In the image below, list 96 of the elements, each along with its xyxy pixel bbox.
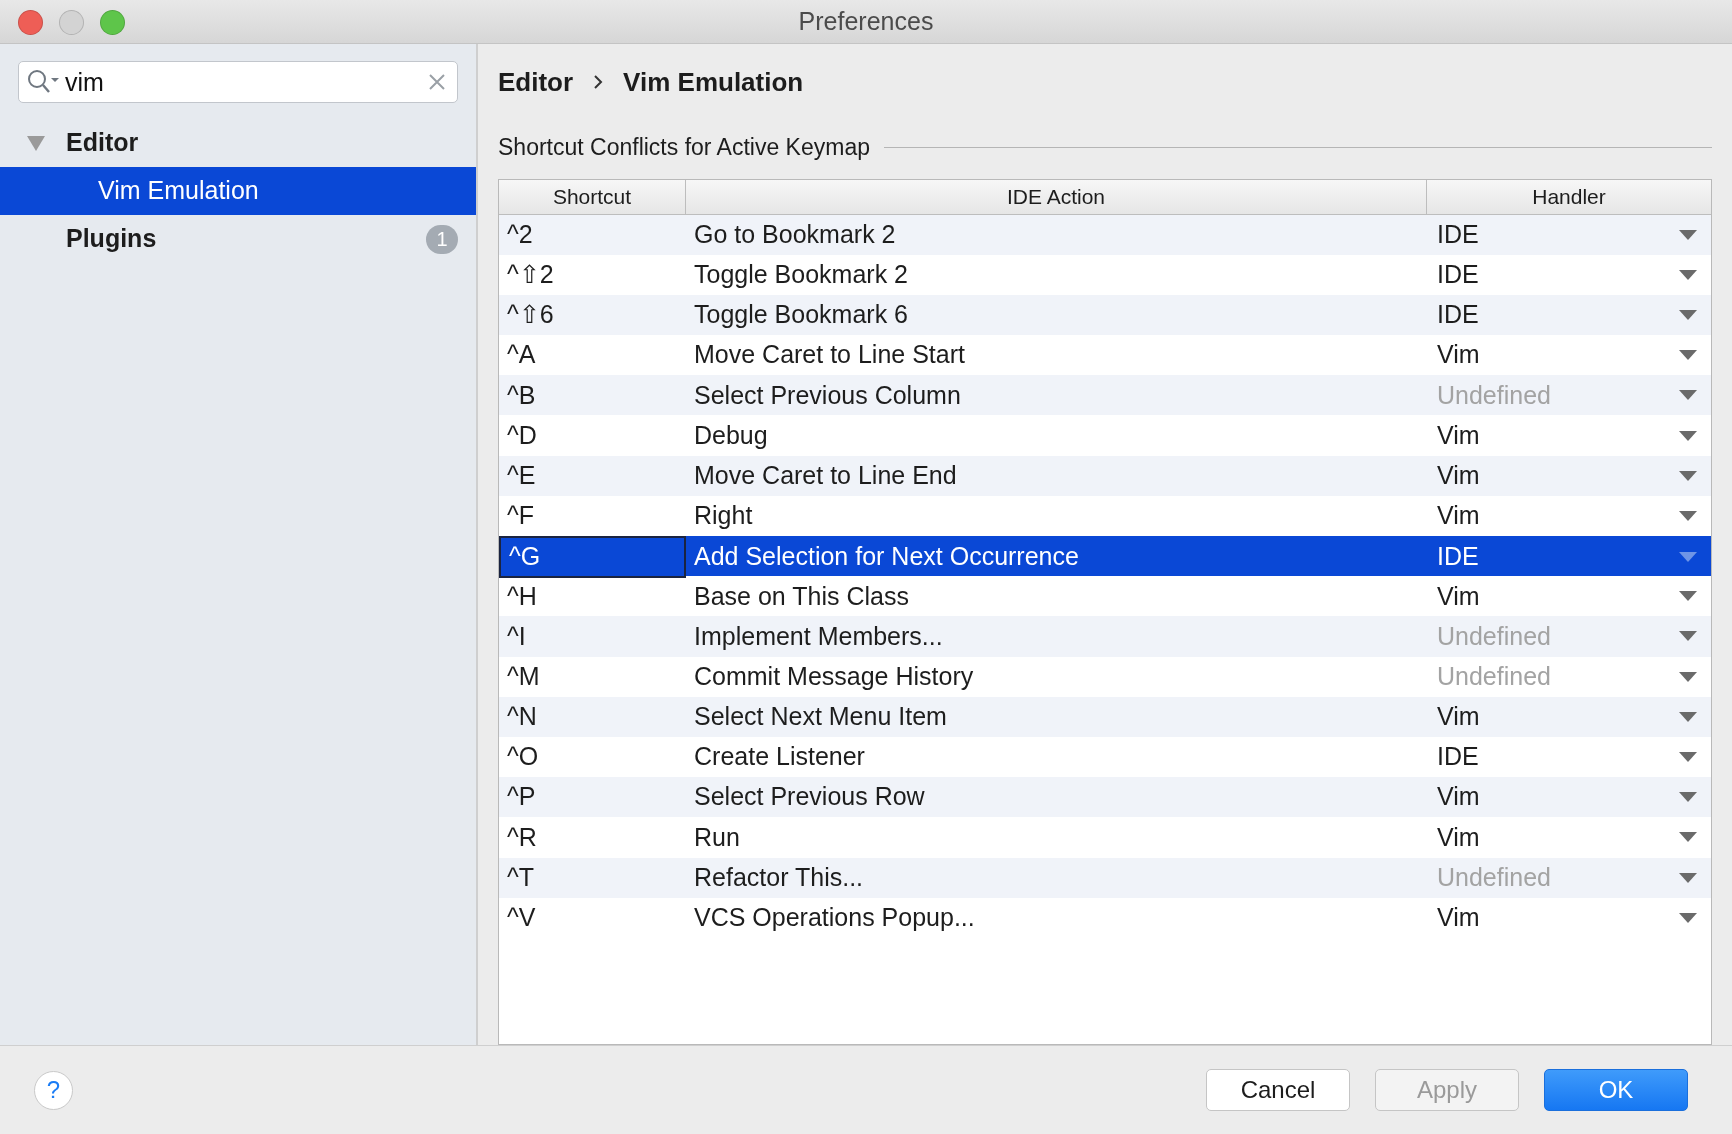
action-cell-text: Create Listener <box>693 741 866 773</box>
caret-icon <box>1679 350 1697 361</box>
handler-dropdown[interactable]: IDE <box>1427 294 1711 336</box>
table-row[interactable]: ^E Move Caret to Line End Vim <box>499 455 1711 496</box>
caret-icon <box>1679 631 1697 642</box>
caret-icon <box>1679 752 1697 763</box>
shortcut-cell-text: ^D <box>506 419 538 451</box>
action-cell-text: Right <box>693 500 754 532</box>
shortcut-cell-text: ^⇧6 <box>506 299 555 331</box>
count-badge: 1 <box>426 224 458 254</box>
caret-icon <box>1679 309 1697 320</box>
caret-icon <box>1679 711 1697 722</box>
caret-icon <box>1679 832 1697 843</box>
action-cell-text: Implement Members... <box>693 620 944 652</box>
column-header[interactable]: IDE Action <box>686 179 1427 214</box>
handler-dropdown[interactable]: Vim <box>1427 335 1711 376</box>
shortcut-cell-text: ^V <box>506 902 537 934</box>
shortcut-cell-text: ^E <box>506 459 537 491</box>
close-button[interactable] <box>18 10 43 35</box>
column-header[interactable]: Shortcut <box>499 179 686 214</box>
handler-dropdown[interactable]: Vim <box>1427 415 1711 456</box>
column-header[interactable]: Handler <box>1427 179 1711 214</box>
action-cell-text: Select Previous Column <box>693 379 962 411</box>
action-cell-text: Run <box>693 821 741 853</box>
action-cell-text: Refactor This... <box>693 861 865 893</box>
shortcut-cell-text: ^F <box>506 500 535 532</box>
action-cell-text: Go to Bookmark 2 <box>693 218 897 250</box>
handler-dropdown[interactable]: IDE <box>1427 254 1711 295</box>
shortcut-cell: ^G <box>499 536 686 578</box>
caret-icon <box>1679 229 1697 240</box>
action-cell-text: VCS Operations Popup... <box>693 902 976 934</box>
action-cell-text: Add Selection for Next Occurrence <box>693 541 1080 572</box>
caret-icon <box>1679 269 1697 280</box>
action-cell-text: Select Previous Row <box>693 781 926 813</box>
shortcut-cell-text: ^O <box>506 741 540 773</box>
table-row[interactable]: ^G Add Selection for Next Occurrence IDE <box>499 536 1711 577</box>
shortcut-cell-text: ^R <box>506 821 538 853</box>
shortcut-cell-text: ^A <box>506 339 537 371</box>
expanded-arrow-icon[interactable] <box>26 134 46 152</box>
table-row[interactable]: ^B Select Previous Column Undefined <box>499 375 1711 416</box>
action-cell-text: Move Caret to Line End <box>693 459 958 491</box>
sidebar-item[interactable]: Plugins 1 <box>0 215 476 263</box>
shortcut-cell-text: ^⇧2 <box>506 259 555 291</box>
handler-dropdown[interactable]: IDE <box>1427 736 1711 778</box>
caret-icon <box>1679 591 1697 602</box>
table-row[interactable]: ^T Refactor This... Undefined <box>499 857 1711 898</box>
handler-dropdown[interactable]: Vim <box>1427 777 1711 818</box>
caret-icon <box>1679 671 1697 682</box>
action-cell-text: Debug <box>693 419 769 451</box>
window-title: Preferences <box>798 5 934 37</box>
shortcut-cell-text: ^2 <box>506 218 534 250</box>
action-cell-text: Toggle Bookmark 2 <box>693 259 909 291</box>
shortcut-cell-text: ^H <box>506 580 538 612</box>
search-field[interactable]: vim <box>18 61 458 103</box>
table-row[interactable]: ^I Implement Members... Undefined <box>499 616 1711 657</box>
shortcut-cell-text: ^M <box>506 660 541 692</box>
handler-dropdown[interactable]: Vim <box>1427 897 1711 938</box>
clear-icon[interactable] <box>428 73 446 91</box>
shortcut-cell-text: ^T <box>506 861 535 893</box>
caret-icon <box>1679 510 1697 521</box>
caret-icon <box>1679 872 1697 883</box>
table-row[interactable]: ^2 Go to Bookmark 2 IDE <box>499 214 1711 255</box>
shortcut-cell-text: ^N <box>506 701 538 733</box>
handler-dropdown[interactable]: Vim <box>1427 576 1711 617</box>
dialog-button[interactable]: Cancel <box>1206 1069 1350 1111</box>
action-cell-text: Move Caret to Line Start <box>693 339 966 371</box>
handler-dropdown[interactable]: IDE <box>1427 214 1711 255</box>
sidebar-item[interactable]: Editor <box>0 119 476 167</box>
table-row[interactable]: ^⇧6 Toggle Bookmark 6 IDE <box>499 294 1711 336</box>
sidebar-item[interactable]: Vim Emulation <box>0 167 476 215</box>
caret-icon <box>1679 390 1697 401</box>
handler-dropdown[interactable]: IDE <box>1427 536 1711 578</box>
caret-icon <box>1679 792 1697 803</box>
chevron-icon <box>593 75 604 89</box>
caret-icon <box>1679 912 1697 923</box>
action-cell-text: Base on This Class <box>693 580 910 612</box>
breadcrumb-item[interactable]: Editor <box>498 62 574 102</box>
handler-dropdown[interactable]: Vim <box>1427 495 1711 536</box>
shortcut-cell-text: ^I <box>506 620 527 652</box>
zoom-button[interactable] <box>100 10 125 35</box>
action-cell-text: Select Next Menu Item <box>693 701 948 733</box>
caret-icon <box>1679 470 1697 481</box>
breadcrumb-item: Vim Emulation <box>623 65 804 99</box>
table-row[interactable]: ^N Select Next Menu Item Vim <box>499 696 1711 737</box>
caret-icon <box>1679 551 1697 562</box>
action-cell-text: Commit Message History <box>693 660 975 692</box>
handler-dropdown[interactable]: Vim <box>1427 696 1711 737</box>
table-row[interactable]: ^P Select Previous Row Vim <box>499 777 1711 818</box>
help-button[interactable]: ? <box>34 1070 73 1110</box>
action-cell-text: Toggle Bookmark 6 <box>693 299 909 331</box>
shortcut-cell-text: ^P <box>506 781 537 813</box>
handler-dropdown[interactable]: Vim <box>1427 455 1711 496</box>
caret-icon <box>1679 430 1697 441</box>
section-title: Shortcut Conflicts for Active Keymap <box>498 133 870 162</box>
shortcut-cell-text: ^B <box>506 379 537 411</box>
handler-dropdown[interactable]: Vim <box>1427 817 1711 858</box>
